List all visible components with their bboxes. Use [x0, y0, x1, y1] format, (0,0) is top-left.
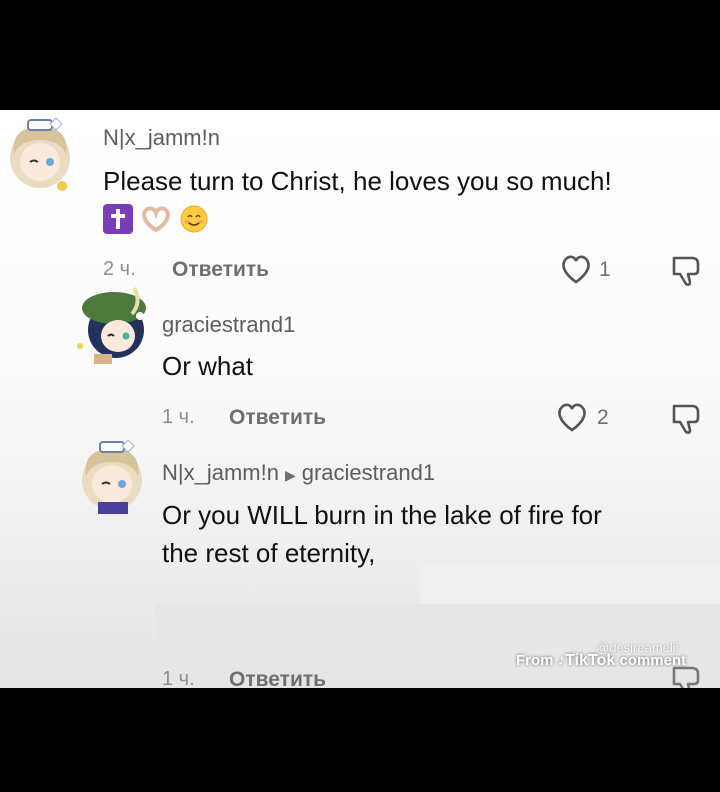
comments-panel: N|x_jamm!n Please turn to Christ, he lov… — [0, 110, 720, 688]
emoji-row — [103, 204, 209, 234]
comment-timestamp: 1 ч. — [162, 406, 195, 428]
dislike-thumb-icon[interactable] — [668, 252, 704, 288]
watermark-suffix: comment — [619, 652, 687, 669]
comment-text: Please turn to Christ, he loves you so m… — [103, 166, 612, 196]
comment-username[interactable]: N|x_jamm!n — [162, 460, 279, 485]
reply-button[interactable]: Ответить — [229, 668, 326, 688]
heart-hands-icon — [142, 206, 170, 233]
reply-button[interactable]: Ответить — [172, 258, 269, 282]
reply-header: N|x_jamm!n ▶ graciestrand1 — [162, 460, 435, 486]
comment-timestamp: 1 ч. — [162, 668, 195, 688]
like-count: 2 — [597, 406, 609, 429]
comment-username[interactable]: N|x_jamm!n — [103, 125, 220, 151]
comment-username[interactable]: graciestrand1 — [162, 312, 295, 338]
latin-cross-icon — [103, 204, 133, 234]
like-count: 1 — [599, 258, 611, 281]
avatar-anime-girl[interactable] — [72, 436, 152, 516]
comment-text-line-1: Or you WILL burn in the lake of fire for — [162, 500, 602, 530]
watermark-from: From — [516, 652, 554, 669]
reply-arrow-icon: ▶ — [284, 467, 296, 483]
heart-outline-icon[interactable] — [558, 252, 594, 286]
avatar-anime-girl[interactable] — [0, 114, 80, 194]
tiktok-watermark: From ♪TikTok comment — [516, 652, 686, 670]
comment-text: Or what — [162, 351, 254, 381]
video-overlay-block — [420, 565, 720, 607]
dislike-thumb-icon[interactable] — [668, 400, 704, 436]
comment-timestamp: 2 ч. — [103, 258, 136, 280]
avatar-anime-boy[interactable] — [74, 286, 154, 366]
reply-to-username[interactable]: graciestrand1 — [302, 460, 435, 485]
smiling-face-icon — [180, 205, 208, 233]
comment-text-line-2: the rest of eternity, — [162, 538, 376, 568]
heart-outline-icon[interactable] — [554, 400, 590, 434]
reply-button[interactable]: Ответить — [229, 406, 326, 430]
watermark-brand: TikTok — [565, 652, 616, 669]
